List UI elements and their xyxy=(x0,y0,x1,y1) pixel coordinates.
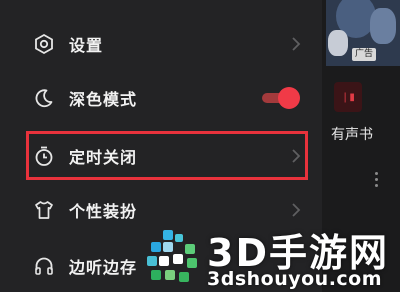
audiobook-logo-mark: ❘▮ xyxy=(341,91,355,103)
menu-item-label: 深色模式 xyxy=(69,90,138,109)
more-options-icon[interactable] xyxy=(373,172,379,194)
menu-item-label: 边听边存 xyxy=(69,258,138,277)
audiobook-label[interactable]: 有声书 xyxy=(331,124,373,144)
menu-item-label: 个性装扮 xyxy=(69,202,138,221)
watermark: 3D手游网 3dshouyou.com xyxy=(145,224,400,292)
thumbnail-shape xyxy=(370,8,396,44)
chevron-right-icon xyxy=(290,202,302,218)
chevron-right-icon xyxy=(290,36,302,52)
ad-badge: 广告 xyxy=(352,48,377,61)
menu-item-label: 设置 xyxy=(69,36,104,55)
thumbnail-shape xyxy=(328,30,348,56)
settings-icon xyxy=(33,33,55,55)
highlight-box xyxy=(26,131,308,180)
moon-icon xyxy=(33,87,55,109)
watermark-domain: 3dshouyou.com xyxy=(207,268,383,290)
headphones-icon xyxy=(33,255,55,277)
menu-item-settings[interactable]: 设置 xyxy=(0,19,322,69)
menu-item-dark-mode[interactable]: 深色模式 xyxy=(0,73,322,123)
toggle-knob xyxy=(278,87,300,109)
dark-mode-toggle[interactable] xyxy=(260,87,300,109)
tshirt-icon xyxy=(33,199,55,221)
watermark-logo-icon xyxy=(145,228,201,288)
audiobook-icon[interactable]: ❘▮ xyxy=(334,82,362,112)
